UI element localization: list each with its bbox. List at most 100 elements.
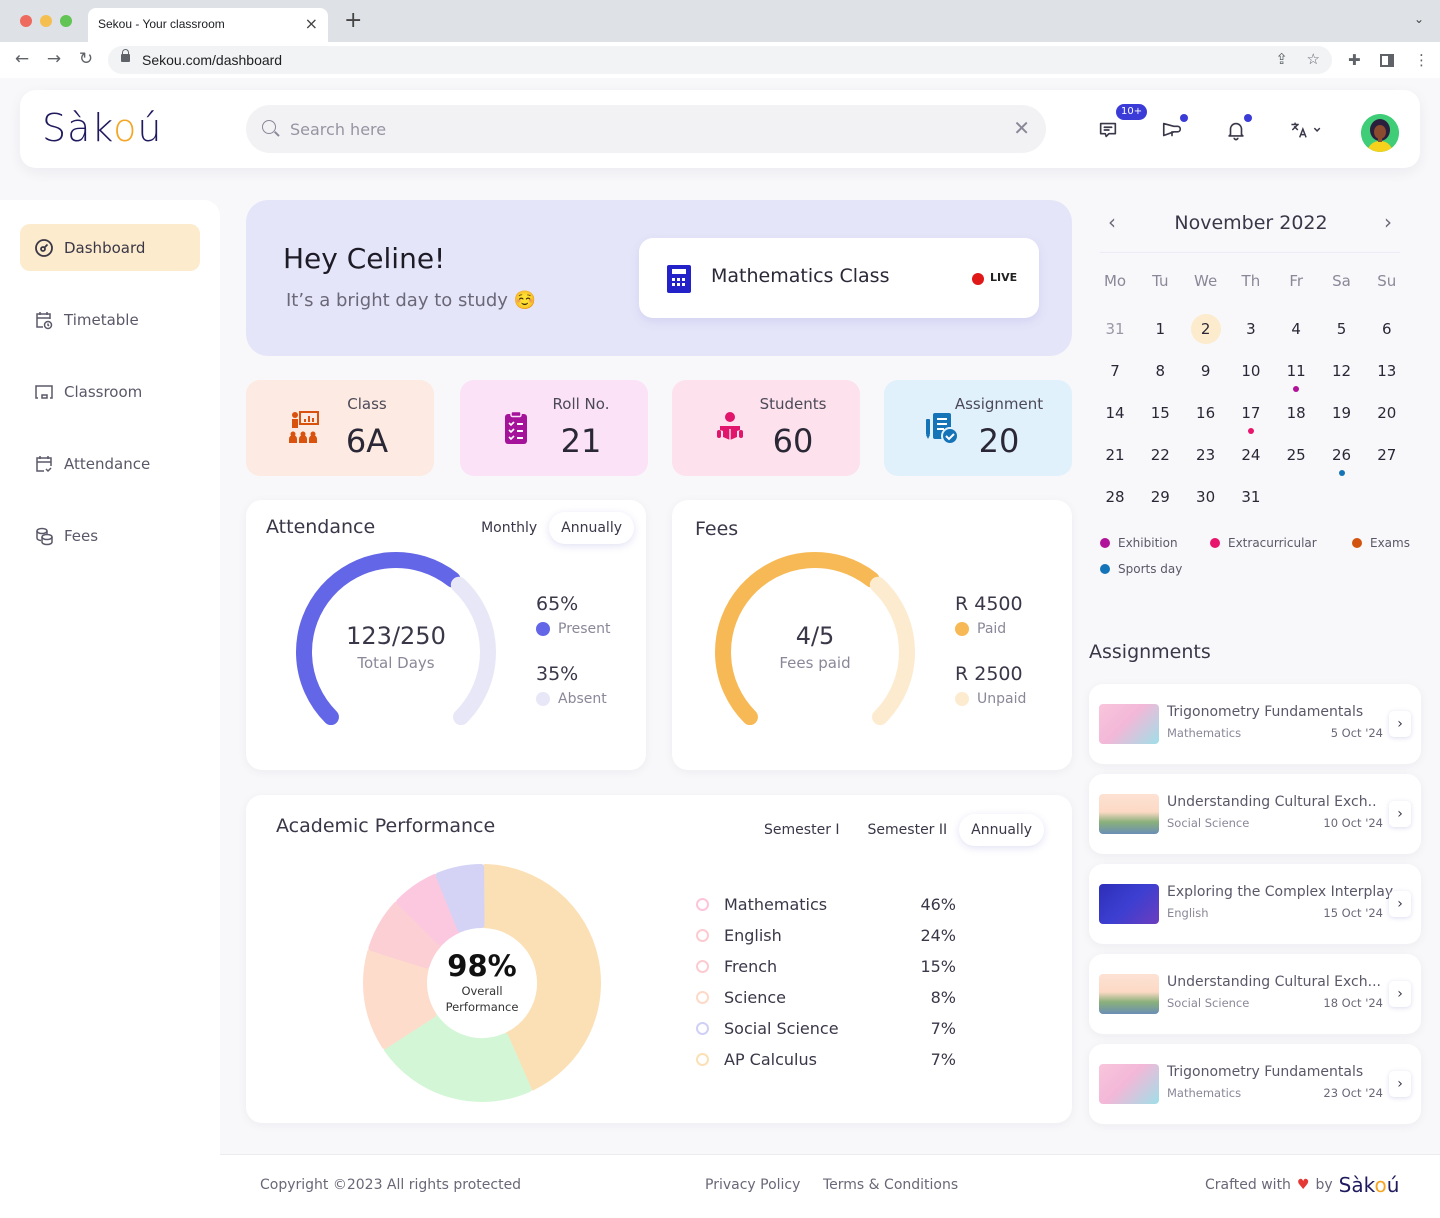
chevron-right-icon[interactable]: › [1389, 891, 1411, 917]
stat-card-class[interactable]: Class 6A [246, 380, 434, 476]
tab-monthly[interactable]: Monthly [469, 512, 549, 544]
footer-logo[interactable]: Sàkoú [1339, 1173, 1400, 1197]
weekday-label: Mo [1103, 272, 1127, 290]
stat-card-roll-no[interactable]: Roll No. 21 [460, 380, 648, 476]
subject-percentage: 7% [930, 1018, 956, 1038]
calendar-day[interactable]: 6 [1372, 314, 1402, 344]
privacy-policy-link[interactable]: Privacy Policy [705, 1177, 800, 1193]
tab-semester-1[interactable]: Semester I [752, 814, 851, 846]
assignment-thumbnail [1099, 1064, 1159, 1104]
attendance-card: Attendance Monthly Annually 123/250 Tota… [246, 500, 646, 770]
calendar-day[interactable]: 9 [1191, 356, 1221, 386]
browser-menu-icon[interactable]: ⋮ [1414, 51, 1429, 69]
calendar-day[interactable]: 8 [1145, 356, 1175, 386]
calendar-day[interactable]: 20 [1372, 398, 1402, 428]
calendar-day[interactable]: 13 [1372, 356, 1402, 386]
sekou-logo[interactable]: Sàkoú [42, 106, 162, 150]
new-tab-button[interactable]: + [344, 10, 362, 32]
calendar-day[interactable]: 26 [1327, 440, 1357, 470]
assignment-subject: Social Science [1167, 816, 1250, 830]
share-icon[interactable]: ⇪ [1275, 50, 1288, 68]
calendar-day[interactable]: 27 [1372, 440, 1402, 470]
calendar-day[interactable]: 23 [1191, 440, 1221, 470]
attendance-icon [34, 454, 54, 474]
assignment-title: Understanding Cultural Exch.. [1167, 794, 1377, 810]
calendar-next-icon[interactable]: › [1384, 210, 1392, 234]
stat-card-students[interactable]: Students 60 [672, 380, 860, 476]
calendar-day[interactable]: 12 [1327, 356, 1357, 386]
tab-semester-2[interactable]: Semester II [856, 814, 960, 846]
unpaid-amount: R 2500 [955, 663, 1023, 685]
calendar-day[interactable]: 2 [1190, 314, 1221, 344]
chevron-right-icon[interactable]: › [1389, 711, 1411, 737]
chevron-right-icon[interactable]: › [1389, 1071, 1411, 1097]
browser-tab[interactable]: Sekou - Your classroom × [88, 8, 328, 42]
forward-icon[interactable]: → [44, 49, 64, 69]
window-minimize-button[interactable] [40, 15, 52, 27]
by-text: by [1315, 1177, 1333, 1193]
calendar-day[interactable]: 10 [1236, 356, 1266, 386]
tab-search-chevron-icon[interactable]: ⌄ [1414, 12, 1424, 26]
reload-icon[interactable]: ↻ [76, 49, 96, 69]
calendar-day[interactable]: 30 [1191, 482, 1221, 512]
calendar-day[interactable]: 22 [1145, 440, 1175, 470]
live-class-card[interactable]: Mathematics Class LIVE [639, 238, 1039, 318]
calendar-day[interactable]: 15 [1145, 398, 1175, 428]
back-icon[interactable]: ← [12, 49, 32, 69]
stat-card-assignment[interactable]: Assignment 20 [884, 380, 1072, 476]
assignment-item[interactable]: Understanding Cultural Exch.. Social Scie… [1089, 774, 1421, 854]
calendar-day[interactable]: 18 [1281, 398, 1311, 428]
calendar-day[interactable]: 5 [1327, 314, 1357, 344]
sidebar-item-classroom[interactable]: Classroom [20, 368, 200, 415]
url-text[interactable]: Sekou.com/dashboard [142, 52, 282, 68]
avatar[interactable] [1361, 114, 1399, 152]
calendar-day[interactable]: 21 [1100, 440, 1130, 470]
search-input[interactable] [290, 117, 990, 141]
calendar-day[interactable]: 24 [1236, 440, 1266, 470]
calendar-day[interactable]: 29 [1145, 482, 1175, 512]
assignment-item[interactable]: Trigonometry Fundamentals Mathematics 5 Oc… [1089, 684, 1421, 764]
fees-card: Fees 4/5 Fees paid R 4500 Paid R 2500 Un… [672, 500, 1072, 770]
sidebar-item-label: Classroom [64, 382, 143, 401]
tab-annually[interactable]: Annually [549, 512, 634, 544]
extensions-icon[interactable]: ✚ [1348, 51, 1361, 69]
calendar-day[interactable]: 25 [1281, 440, 1311, 470]
assignment-item[interactable]: Trigonometry Fundamentals Mathematics 23 O… [1089, 1044, 1421, 1124]
calendar-day[interactable]: 31 [1236, 482, 1266, 512]
assignment-subject: English [1167, 906, 1209, 920]
bookmark-star-icon[interactable]: ☆ [1307, 50, 1320, 68]
calendar-day[interactable]: 17 [1236, 398, 1266, 428]
calendar-day[interactable]: 19 [1327, 398, 1357, 428]
chevron-right-icon[interactable]: › [1389, 981, 1411, 1007]
calendar-day[interactable]: 14 [1100, 398, 1130, 428]
calendar-day[interactable]: 28 [1100, 482, 1130, 512]
calendar-day[interactable]: 31 [1100, 314, 1130, 344]
window-maximize-button[interactable] [60, 15, 72, 27]
url-bar[interactable]: Sekou.com/dashboard ⇪ ☆ [108, 46, 1332, 74]
calendar-day[interactable]: 4 [1281, 314, 1311, 344]
sidebar-item-timetable[interactable]: Timetable [20, 296, 200, 343]
sidebar-item-dashboard[interactable]: Dashboard [20, 224, 200, 271]
messages-button[interactable] [1094, 116, 1122, 144]
calendar-month-label: November 2022 [1174, 212, 1328, 234]
sidebar-item-fees[interactable]: Fees [20, 512, 200, 559]
calendar-day[interactable]: 3 [1236, 314, 1266, 344]
side-panel-icon[interactable] [1380, 54, 1394, 67]
terms-link[interactable]: Terms & Conditions [823, 1177, 958, 1193]
chevron-right-icon[interactable]: › [1389, 801, 1411, 827]
calendar-day[interactable]: 7 [1100, 356, 1130, 386]
assignment-item[interactable]: Understanding Cultural Exch... Social Sci… [1089, 954, 1421, 1034]
attendance-total-days: 123/250 [346, 622, 446, 650]
tab-close-icon[interactable]: × [305, 14, 318, 33]
calendar-day[interactable]: 11 [1281, 356, 1311, 386]
tab-annually[interactable]: Annually [959, 814, 1044, 846]
sidebar-item-attendance[interactable]: Attendance [20, 440, 200, 487]
clear-search-icon[interactable]: ✕ [1013, 116, 1030, 140]
window-close-button[interactable] [20, 15, 32, 27]
calendar-day[interactable]: 16 [1191, 398, 1221, 428]
assignment-item[interactable]: Exploring the Complex Interplay English 15… [1089, 864, 1421, 944]
search-icon [262, 120, 276, 134]
language-selector[interactable] [1286, 116, 1328, 144]
assignment-date: 23 Oct '24 [1323, 1086, 1383, 1100]
calendar-day[interactable]: 1 [1145, 314, 1175, 344]
